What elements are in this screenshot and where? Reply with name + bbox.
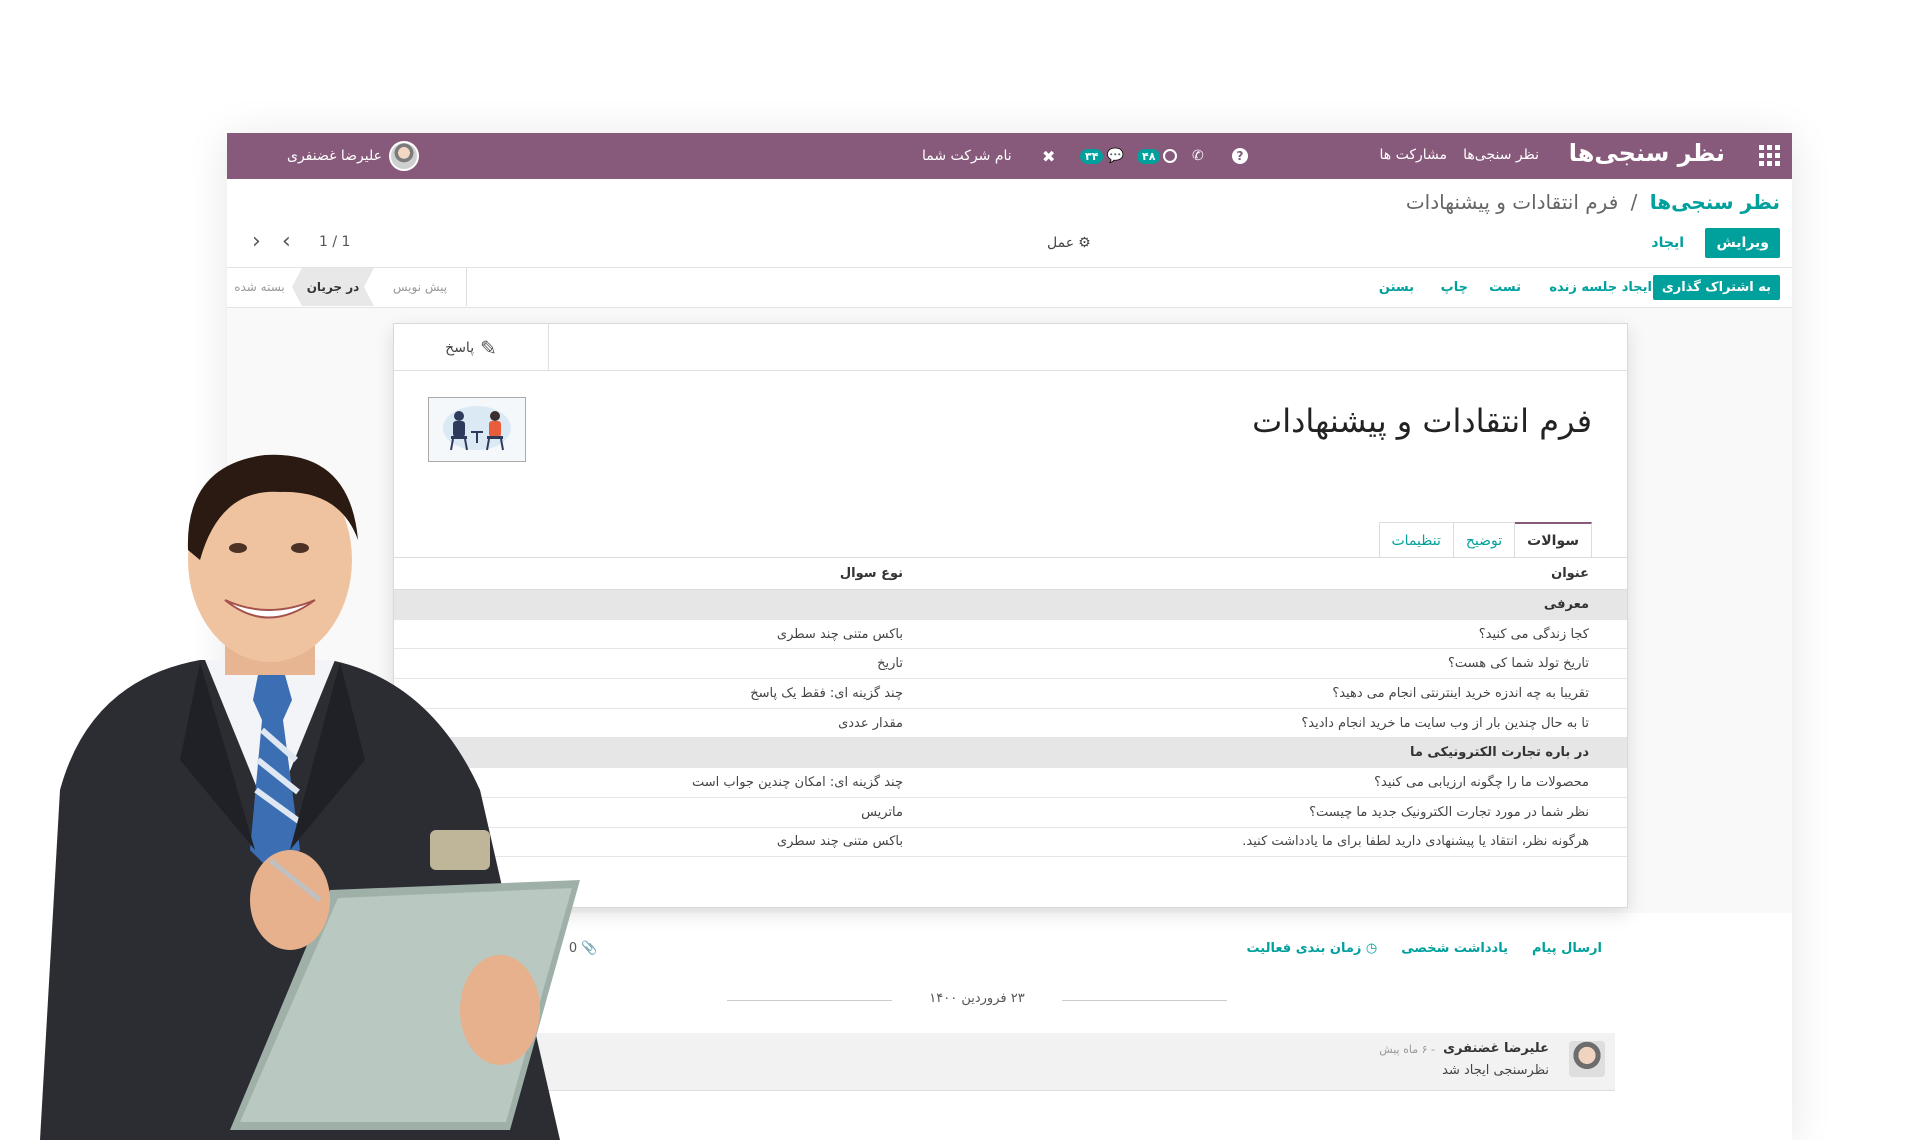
breadcrumb: نظر سنجی‌ها / فرم انتقادات و پیشنهادات bbox=[1406, 190, 1780, 214]
user-avatar bbox=[389, 141, 419, 171]
create-button[interactable]: ایجاد bbox=[1651, 235, 1684, 251]
date-separator: ۲۳ فروردین ۱۴۰۰ bbox=[727, 991, 1227, 1006]
apps-grid-icon[interactable] bbox=[1756, 143, 1780, 167]
test-button[interactable]: تست bbox=[1489, 280, 1521, 295]
stage-closed[interactable]: بسته شده bbox=[227, 268, 292, 306]
edit-icon: ✎ bbox=[480, 335, 497, 360]
question-title: تقریبا به چه اندزه خرید اینترنتی انجام م… bbox=[909, 678, 1627, 709]
breadcrumb-surveys[interactable]: نظر سنجی‌ها bbox=[1650, 190, 1780, 214]
menu-item-surveys[interactable]: نظر سنجی‌ها bbox=[1463, 147, 1539, 163]
help-icon: ? bbox=[1232, 148, 1248, 164]
voip-button[interactable]: ✆ bbox=[1192, 133, 1204, 179]
menu-item-participations[interactable]: مشارکت ها bbox=[1379, 147, 1447, 163]
message-author[interactable]: علیرضا غضنفری bbox=[1443, 1041, 1549, 1056]
breadcrumb-current: فرم انتقادات و پیشنهادات bbox=[1405, 190, 1619, 214]
top-navbar: نظر سنجی‌ها نظر سنجی‌ها مشارکت ها ? ✆ ۴۸… bbox=[227, 133, 1792, 179]
phone-icon: ✆ bbox=[1192, 148, 1204, 164]
message-author-avatar[interactable] bbox=[1569, 1041, 1605, 1077]
user-name: علیرضا غضنفری bbox=[287, 148, 382, 164]
question-title: نظر شما در مورد تجارت الکترونیک جدید ما … bbox=[909, 797, 1627, 828]
chat-icon: 💬 bbox=[1106, 148, 1124, 164]
action-menu[interactable]: ⚙ عمل bbox=[1047, 235, 1091, 251]
schedule-activity-label: زمان بندی فعالیت bbox=[1246, 941, 1362, 956]
section-title: معرفی bbox=[909, 589, 1627, 620]
message-body: نظرسنجی ایجاد شد bbox=[1442, 1063, 1549, 1078]
section-title: در باره تجارت الکترونیکی ما bbox=[909, 737, 1627, 769]
action-label: عمل bbox=[1047, 235, 1075, 251]
messages-badge: ۳۴ bbox=[1080, 148, 1104, 164]
form-tabs: سوالات توضیح تنظیمات bbox=[1378, 522, 1592, 558]
answers-label: پاسخ bbox=[445, 339, 475, 356]
message-time: - ۶ ماه پیش bbox=[1379, 1043, 1435, 1056]
question-title: محصولات ما را چگونه ارزیابی می کنید؟ bbox=[909, 767, 1627, 798]
stage-draft[interactable]: پیش نویس bbox=[374, 268, 467, 306]
tab-description[interactable]: توضیح bbox=[1452, 522, 1516, 558]
schedule-activity-button[interactable]: ◷ زمان بندی فعالیت bbox=[1247, 941, 1378, 956]
survey-title: فرم انتقادات و پیشنهادات bbox=[1252, 402, 1592, 440]
question-title: تاریخ تولد شما کی هست؟ bbox=[909, 648, 1627, 680]
status-bar: بسته شده در جریان پیش نویس bbox=[227, 268, 467, 306]
chatter-topbar: ارسال پیام یادداشت شخصی ◷ زمان بندی فعال… bbox=[1247, 941, 1603, 956]
close-button[interactable]: بستن bbox=[1379, 280, 1414, 295]
businessman-illustration bbox=[0, 430, 600, 1140]
question-title: هرگونه نظر، انتقاد یا پیشنهادی دارید لطف… bbox=[909, 827, 1627, 858]
gear-icon: ⚙ bbox=[1078, 235, 1091, 251]
company-name: نام شرکت شما bbox=[922, 148, 1012, 164]
breadcrumb-separator: / bbox=[1630, 190, 1638, 214]
debug-button[interactable]: ✖ bbox=[1042, 133, 1055, 179]
activities-button[interactable]: ۴۸ bbox=[1137, 133, 1178, 179]
tools-icon: ✖ bbox=[1042, 146, 1056, 166]
print-button[interactable]: چاپ bbox=[1441, 280, 1468, 295]
company-switcher[interactable]: نام شرکت شما bbox=[922, 133, 1012, 179]
chatter-message: علیرضا غضنفری - ۶ ماه پیش نظرسنجی ایجاد … bbox=[515, 1033, 1615, 1091]
share-button[interactable]: به اشتراک گذاری bbox=[1652, 275, 1780, 300]
pager-next-icon[interactable]: › bbox=[282, 231, 291, 253]
pager-value[interactable]: 1 / 1 bbox=[319, 234, 350, 250]
clock-icon bbox=[1163, 149, 1178, 163]
column-header-title[interactable]: عنوان bbox=[909, 557, 1627, 590]
question-title: کجا زندگی می کنید؟ bbox=[909, 619, 1627, 650]
question-title: تا به حال چندین بار از وب سایت ما خرید ا… bbox=[909, 708, 1627, 739]
clock-icon: ◷ bbox=[1365, 941, 1378, 956]
help-button[interactable]: ? bbox=[1232, 133, 1248, 179]
activities-badge: ۴۸ bbox=[1137, 148, 1161, 164]
log-note-button[interactable]: یادداشت شخصی bbox=[1401, 941, 1508, 956]
stage-in-progress[interactable]: در جریان bbox=[292, 268, 374, 306]
tab-settings[interactable]: تنظیمات bbox=[1378, 522, 1454, 558]
messaging-button[interactable]: 💬 ۳۴ bbox=[1080, 133, 1124, 179]
live-session-button[interactable]: ایجاد جلسه زنده bbox=[1549, 280, 1652, 295]
edit-button[interactable]: ویرایش bbox=[1705, 228, 1780, 258]
button-box: ✎ پاسخ bbox=[394, 324, 1627, 371]
pager-previous-icon[interactable]: ‹ bbox=[252, 231, 261, 253]
send-message-button[interactable]: ارسال پیام bbox=[1532, 941, 1602, 956]
answers-button[interactable]: ✎ پاسخ bbox=[394, 324, 549, 371]
user-menu[interactable]: علیرضا غضنفری bbox=[287, 133, 419, 179]
tab-questions[interactable]: سوالات bbox=[1514, 522, 1592, 558]
app-title[interactable]: نظر سنجی‌ها bbox=[1569, 139, 1725, 167]
